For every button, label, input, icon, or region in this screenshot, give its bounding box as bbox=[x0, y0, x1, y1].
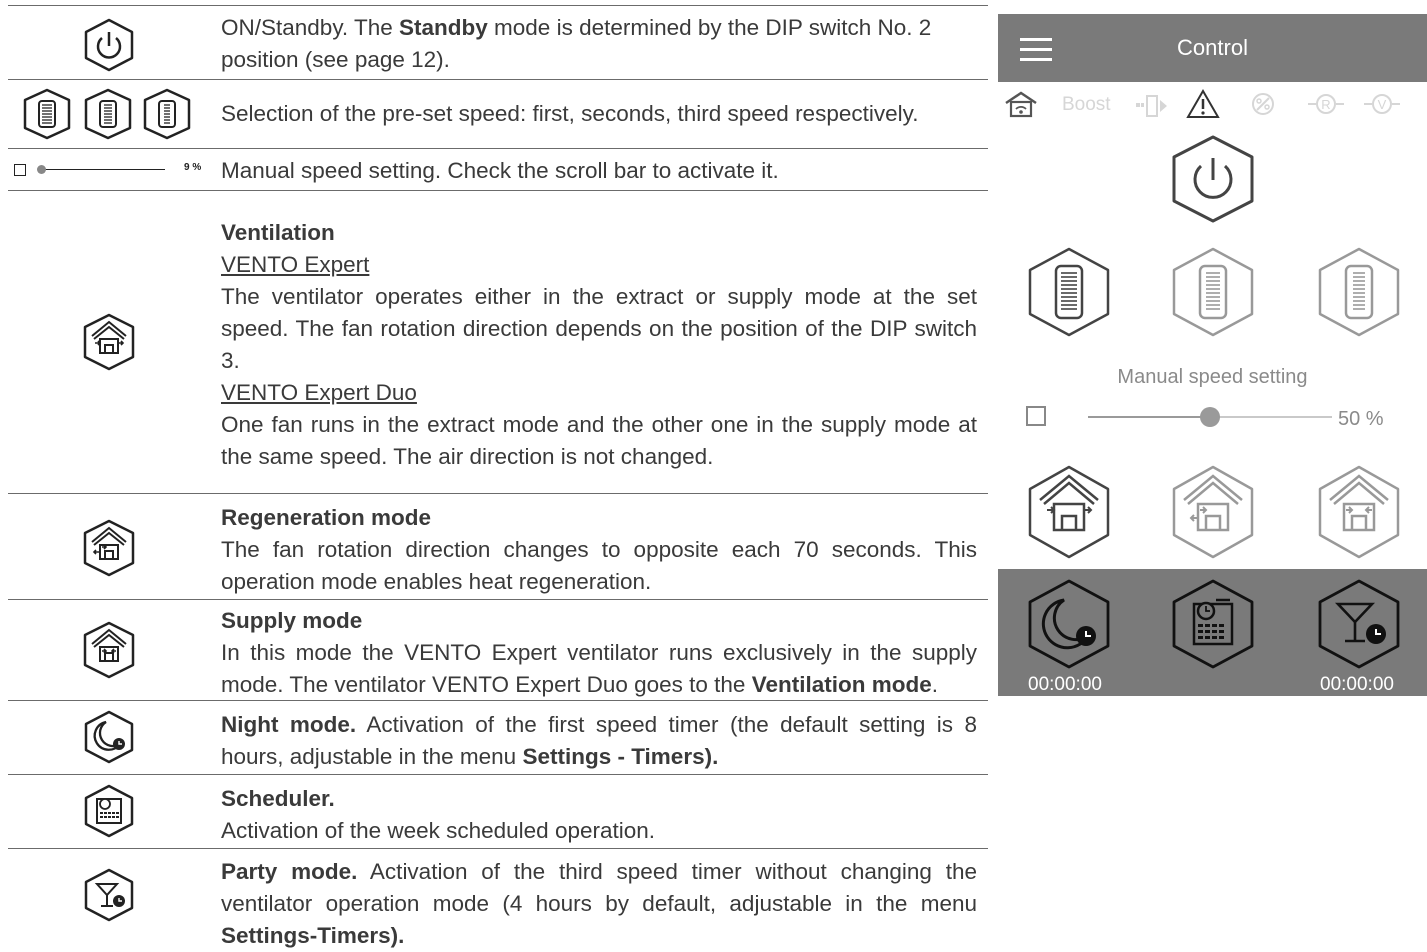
app-bar: Control bbox=[998, 14, 1427, 82]
table-divider bbox=[8, 190, 988, 191]
ventilation-mode-button[interactable] bbox=[1026, 464, 1112, 560]
standby-description: ON/Standby. The Standby mode is determin… bbox=[221, 12, 977, 76]
scheduler-description: Scheduler. Activation of the week schedu… bbox=[221, 783, 977, 847]
ventilation-title: Ventilation bbox=[221, 220, 335, 245]
night-description: Night mode. Activation of the first spee… bbox=[221, 709, 977, 773]
table-divider bbox=[8, 5, 988, 6]
table-divider bbox=[8, 848, 988, 849]
regeneration-paragraph: The fan rotation direction changes to op… bbox=[221, 537, 977, 594]
fan-icon bbox=[1136, 95, 1167, 117]
speed-2-button[interactable] bbox=[1170, 246, 1256, 338]
table-divider bbox=[8, 493, 988, 494]
supply-description: Supply mode In this mode the VENTO Exper… bbox=[221, 605, 977, 701]
power-icon bbox=[82, 18, 136, 72]
app-screen: Control R V Boost Manual speed setting 5… bbox=[998, 14, 1427, 696]
speed-2-icon bbox=[84, 88, 132, 140]
speed-icons-group bbox=[20, 87, 196, 141]
scheduler-paragraph: Activation of the week scheduled operati… bbox=[221, 818, 656, 843]
party-description: Party mode. Activation of the third spee… bbox=[221, 856, 977, 952]
table-divider bbox=[8, 79, 988, 80]
supply-title: Supply mode bbox=[221, 608, 363, 633]
filter-icon bbox=[1252, 93, 1274, 115]
wifi-home-icon bbox=[1005, 91, 1037, 118]
supply-icon bbox=[82, 621, 136, 679]
speed-1-icon bbox=[23, 88, 71, 140]
party-mode-icon bbox=[82, 868, 136, 922]
manual-speed-value: 50 % bbox=[1338, 408, 1384, 430]
power-button[interactable] bbox=[1170, 134, 1256, 224]
regeneration-mode-button[interactable] bbox=[1170, 464, 1256, 560]
night-paragraph-bold: Settings - Timers). bbox=[522, 744, 719, 769]
regeneration-description: Regeneration mode The fan rotation direc… bbox=[221, 502, 977, 598]
svg-text:R: R bbox=[1321, 97, 1330, 112]
manual-speed-slider[interactable] bbox=[1088, 407, 1332, 427]
manual-speed-label: Manual speed setting bbox=[1117, 366, 1308, 388]
party-timer: 00:00:00 bbox=[1320, 674, 1394, 695]
speed-1-button[interactable] bbox=[1026, 246, 1112, 338]
standby-text: ON/Standby. The bbox=[221, 15, 400, 40]
manual-speed-checkbox[interactable] bbox=[1026, 406, 1046, 426]
scheduler-icon bbox=[82, 784, 136, 838]
slider-fill bbox=[1088, 416, 1210, 418]
ventilation-description: Ventilation VENTO Expert The ventilator … bbox=[221, 217, 977, 473]
manual-description: Manual speed setting. Check the scroll b… bbox=[221, 158, 779, 183]
party-paragraph-bold: Settings-Timers). bbox=[221, 923, 405, 948]
supply-paragraph-bold: Ventilation mode bbox=[751, 672, 932, 697]
supply-paragraph: In this mode the VENTO Expert ventilator… bbox=[221, 637, 977, 701]
party-mode-button[interactable] bbox=[1316, 578, 1402, 670]
scheduler-title: Scheduler. bbox=[221, 786, 335, 811]
checkbox-icon bbox=[14, 164, 26, 176]
slider-value: 9 % bbox=[184, 162, 202, 173]
party-title: Party mode. bbox=[221, 859, 358, 884]
supply-mode-button[interactable] bbox=[1316, 464, 1402, 560]
ventilation-paragraph-expert: The ventilator operates either in the ex… bbox=[221, 284, 977, 373]
night-mode-button[interactable] bbox=[1026, 578, 1112, 670]
slider-knob[interactable] bbox=[1200, 407, 1220, 427]
ventilation-icon bbox=[82, 313, 136, 371]
slider-thumb bbox=[37, 165, 46, 174]
ventilation-subtitle-duo: VENTO Expert Duo bbox=[221, 380, 417, 405]
regeneration-title: Regeneration mode bbox=[221, 505, 432, 530]
night-timer: 00:00:00 bbox=[1028, 674, 1102, 695]
supply-paragraph-end: . bbox=[931, 672, 938, 697]
table-divider bbox=[8, 599, 988, 600]
scheduler-button[interactable] bbox=[1170, 578, 1256, 670]
boost-label: Boost bbox=[1062, 94, 1111, 115]
warning-icon bbox=[1186, 88, 1220, 118]
ventilation-paragraph-duo: One fan runs in the extract mode and the… bbox=[221, 412, 977, 469]
standby-bold: Standby bbox=[399, 15, 488, 40]
instruction-table: ON/Standby. The Standby mode is determin… bbox=[0, 0, 988, 948]
r-icon: R bbox=[1308, 94, 1344, 114]
ventilation-subtitle-expert: VENTO Expert bbox=[221, 252, 370, 277]
speed-3-icon bbox=[143, 88, 191, 140]
table-divider bbox=[8, 148, 988, 149]
speed-3-button[interactable] bbox=[1316, 246, 1402, 338]
night-mode-icon bbox=[82, 710, 136, 764]
slider-track bbox=[40, 169, 165, 170]
svg-text:V: V bbox=[1378, 97, 1387, 112]
table-divider bbox=[8, 774, 988, 775]
regeneration-icon bbox=[82, 519, 136, 577]
app-title: Control bbox=[1177, 35, 1248, 60]
speeds-description: Selection of the pre-set speed: first, s… bbox=[221, 101, 919, 126]
night-title: Night mode. bbox=[221, 712, 357, 737]
v-icon: V bbox=[1364, 94, 1400, 114]
